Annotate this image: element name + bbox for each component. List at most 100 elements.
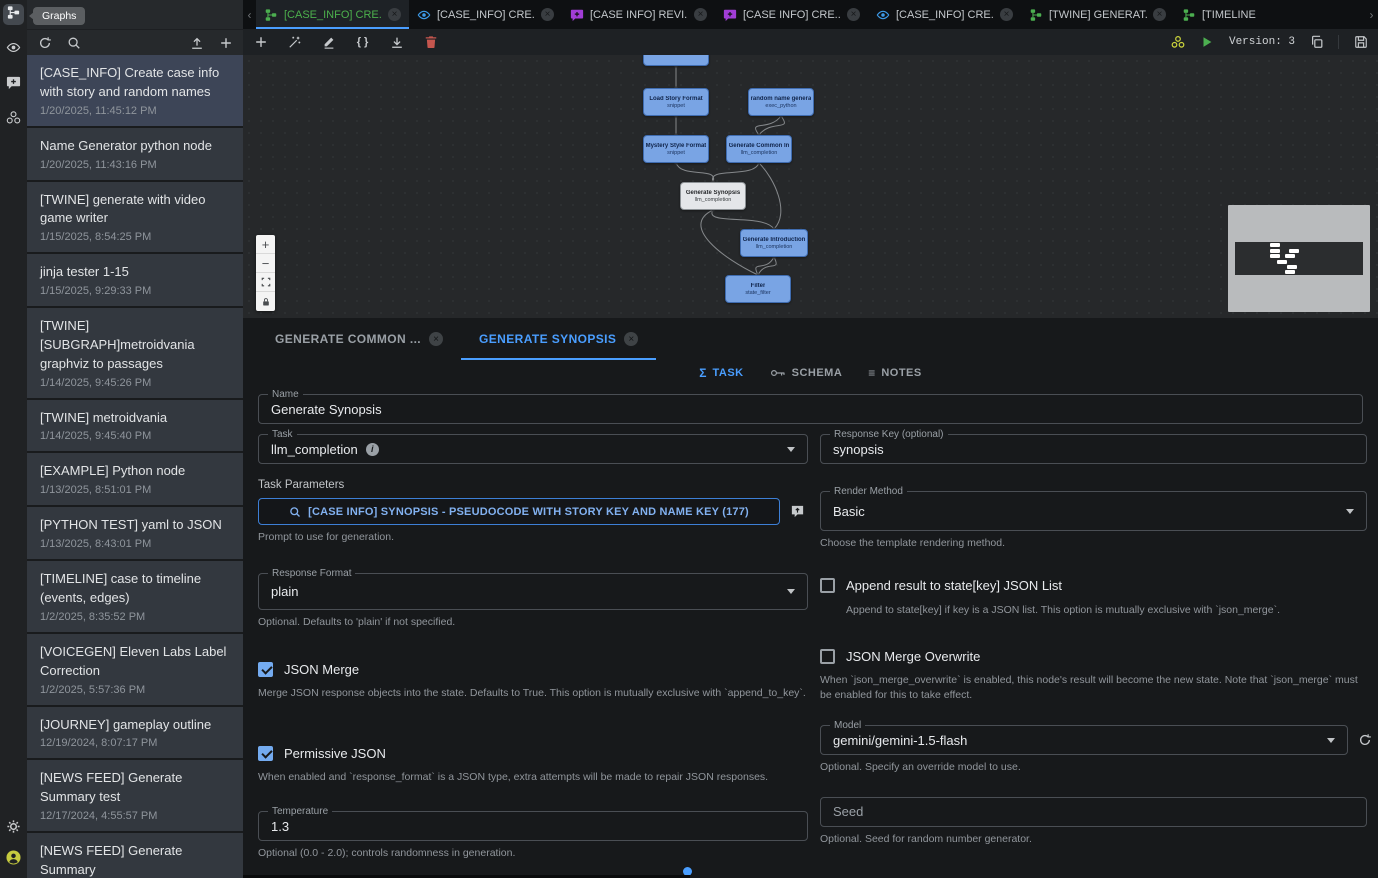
auto-layout-wand-icon[interactable] (287, 35, 302, 50)
tab-close-icon[interactable]: × (388, 8, 401, 21)
graph-list-item[interactable]: [TIMELINE] case to timeline (events, edg… (27, 561, 243, 632)
search-icon[interactable] (66, 35, 81, 50)
edit-pencil-icon[interactable] (321, 35, 336, 50)
render-method-select[interactable]: Render Method Basic (820, 491, 1367, 531)
graph-node[interactable]: Generate Synopsis llm_completion (680, 182, 746, 210)
nav-view-button[interactable] (3, 39, 24, 60)
graph-list-item[interactable]: [TWINE] generate with video game writer … (27, 182, 243, 253)
task-info-icon[interactable]: i (366, 443, 379, 456)
tabs-scroll-left-icon[interactable]: ‹ (243, 0, 256, 29)
graph-canvas[interactable]: state_rekey Load Story Format snippet ra… (243, 55, 1378, 318)
editor-tab[interactable]: [CASE_INFO] CRE... × (868, 0, 1021, 29)
add-node-icon[interactable] (253, 35, 268, 50)
graph-item-title: [TWINE][SUBGRAPH]metroidvania graphviz t… (40, 317, 230, 374)
seed-field[interactable]: Seed (820, 797, 1367, 827)
minimap-node (1270, 249, 1280, 253)
response-format-select[interactable]: Response Format plain (258, 573, 808, 610)
append-to-key-checkbox-row[interactable]: Append result to state[key] JSON List (820, 578, 1374, 593)
json-merge-checkbox-row[interactable]: JSON Merge (258, 662, 808, 677)
tab-close-icon[interactable]: × (1000, 8, 1013, 21)
graph-node[interactable]: Load Story Format snippet (643, 88, 709, 116)
graph-node[interactable]: Generate Introduction llm_completion (740, 229, 808, 257)
checkbox-icon[interactable] (820, 578, 835, 593)
task-select[interactable]: Task llm_completion i (258, 434, 808, 464)
lock-button[interactable] (256, 292, 275, 311)
graph-item-title: [NEWS FEED] Generate Summary test (40, 769, 230, 807)
sidebar-header: Graphs Graphs (27, 0, 243, 29)
tab-close-icon[interactable]: × (694, 8, 707, 21)
download-icon[interactable] (389, 35, 404, 50)
json-merge-overwrite-checkbox-row[interactable]: JSON Merge Overwrite (820, 649, 1374, 664)
upload-icon[interactable] (189, 35, 204, 50)
model-refresh-icon[interactable] (1358, 733, 1373, 748)
graph-list-item[interactable]: [NEWS FEED] Generate Summary test 12/17/… (27, 760, 243, 831)
editor-tab[interactable]: [TWINE] GENERAT... × (1021, 0, 1174, 29)
subtab[interactable]: Σ TASK (699, 366, 743, 380)
copy-icon[interactable] (1309, 35, 1324, 50)
checkbox-icon[interactable] (258, 662, 273, 677)
save-icon[interactable] (1353, 35, 1368, 50)
append-to-key-helper: Append to state[key] if key is a JSON li… (846, 603, 1374, 619)
refresh-icon[interactable] (37, 35, 52, 50)
account-button[interactable] (3, 849, 24, 870)
node-tab-close-icon[interactable]: × (429, 332, 443, 346)
graph-list-item[interactable]: [EXAMPLE] Python node 1/13/2025, 8:51:01… (27, 453, 243, 505)
zoom-out-button[interactable]: − (256, 254, 275, 273)
hooks-webhook-icon[interactable] (1171, 35, 1186, 50)
graph-list-item[interactable]: [PYTHON TEST] yaml to JSON 1/13/2025, 8:… (27, 507, 243, 559)
node-subtabs: Σ TASK SCHEMA ≡ NOTES (243, 360, 1378, 386)
node-tabs: GENERATE COMMON ... × GENERATE SYNOPSIS … (243, 318, 1378, 360)
graph-item-title: Name Generator python node (40, 137, 230, 156)
graph-list-item[interactable]: [TWINE] metroidvania 1/14/2025, 9:45:40 … (27, 400, 243, 452)
editor-tab[interactable]: [CASE INFO] REVI... × (562, 0, 715, 29)
node-tab-close-icon[interactable]: × (624, 332, 638, 346)
graph-list-item[interactable]: [JOURNEY] gameplay outline 12/19/2024, 8… (27, 707, 243, 759)
nav-graphs-button[interactable] (3, 4, 24, 25)
graph-list-item[interactable]: [CASE_INFO] Create case info with story … (27, 55, 243, 126)
subtab[interactable]: SCHEMA (770, 367, 843, 379)
name-field[interactable]: Name Generate Synopsis (258, 394, 1363, 424)
json-merge-overwrite-helper: When `json_merge_overwrite` is enabled, … (820, 673, 1360, 705)
response-key-field[interactable]: Response Key (optional) synopsis (820, 434, 1367, 464)
editor-tab[interactable]: [CASE_INFO] CRE... × (409, 0, 562, 29)
tab-close-icon[interactable]: × (1153, 8, 1166, 21)
node-tab[interactable]: GENERATE COMMON ... × (257, 318, 461, 360)
run-play-icon[interactable] (1200, 35, 1215, 50)
delete-trash-icon[interactable] (423, 35, 438, 50)
editor-tab[interactable]: [CASE INFO] CRE... × (715, 0, 868, 29)
model-select[interactable]: Model gemini/gemini-1.5-flash (820, 725, 1348, 755)
prompt-select-button[interactable]: [CASE INFO] SYNOPSIS - PSEUDOCODE WITH S… (258, 498, 780, 525)
editor-tab[interactable]: [TIMELINE (1174, 0, 1327, 29)
json-braces-icon[interactable]: { } (355, 35, 370, 50)
tab-close-icon[interactable]: × (847, 8, 860, 21)
minimap[interactable] (1228, 205, 1370, 312)
graph-node[interactable]: state_rekey (643, 55, 709, 66)
zoom-in-button[interactable]: + (256, 235, 275, 254)
graph-node[interactable]: random name genera... exec_python (748, 88, 814, 116)
graph-list-item[interactable]: [VOICEGEN] Eleven Labs Label Correction … (27, 634, 243, 705)
graph-node[interactable]: Generate Common Info llm_completion (726, 135, 792, 163)
nav-prompts-button[interactable] (3, 74, 24, 95)
graph-list-item[interactable]: [TWINE][SUBGRAPH]metroidvania graphviz t… (27, 308, 243, 398)
graph-node[interactable]: Filter state_filter (725, 275, 791, 303)
graph-node[interactable]: Mystery Style Format... snippet (643, 135, 709, 163)
permissive-json-checkbox-row[interactable]: Permissive JSON (258, 746, 808, 761)
nav-hooks-button[interactable] (3, 109, 24, 130)
subtab[interactable]: ≡ NOTES (868, 366, 921, 380)
minimap-viewport (1235, 242, 1363, 275)
temperature-field[interactable]: Temperature 1.3 (258, 811, 808, 841)
graph-list-item[interactable]: [NEWS FEED] Generate Summary 12/17/2024,… (27, 833, 243, 878)
graph-list-item[interactable]: Name Generator python node 1/20/2025, 11… (27, 128, 243, 180)
graph-icon (6, 5, 21, 25)
add-graph-icon[interactable] (218, 35, 233, 50)
tabs-scroll-right-icon[interactable]: › (1365, 0, 1378, 29)
checkbox-icon[interactable] (820, 649, 835, 664)
editor-tab[interactable]: [CASE_INFO] CRE... × (256, 0, 409, 29)
fit-view-button[interactable] (256, 273, 275, 292)
tab-close-icon[interactable]: × (541, 8, 554, 21)
settings-button[interactable] (3, 818, 24, 839)
checkbox-icon[interactable] (258, 746, 273, 761)
prompt-bubble-icon[interactable] (790, 504, 805, 519)
node-tab[interactable]: GENERATE SYNOPSIS × (461, 318, 656, 360)
graph-list-item[interactable]: jinja tester 1-15 1/15/2025, 9:29:33 PM (27, 254, 243, 306)
